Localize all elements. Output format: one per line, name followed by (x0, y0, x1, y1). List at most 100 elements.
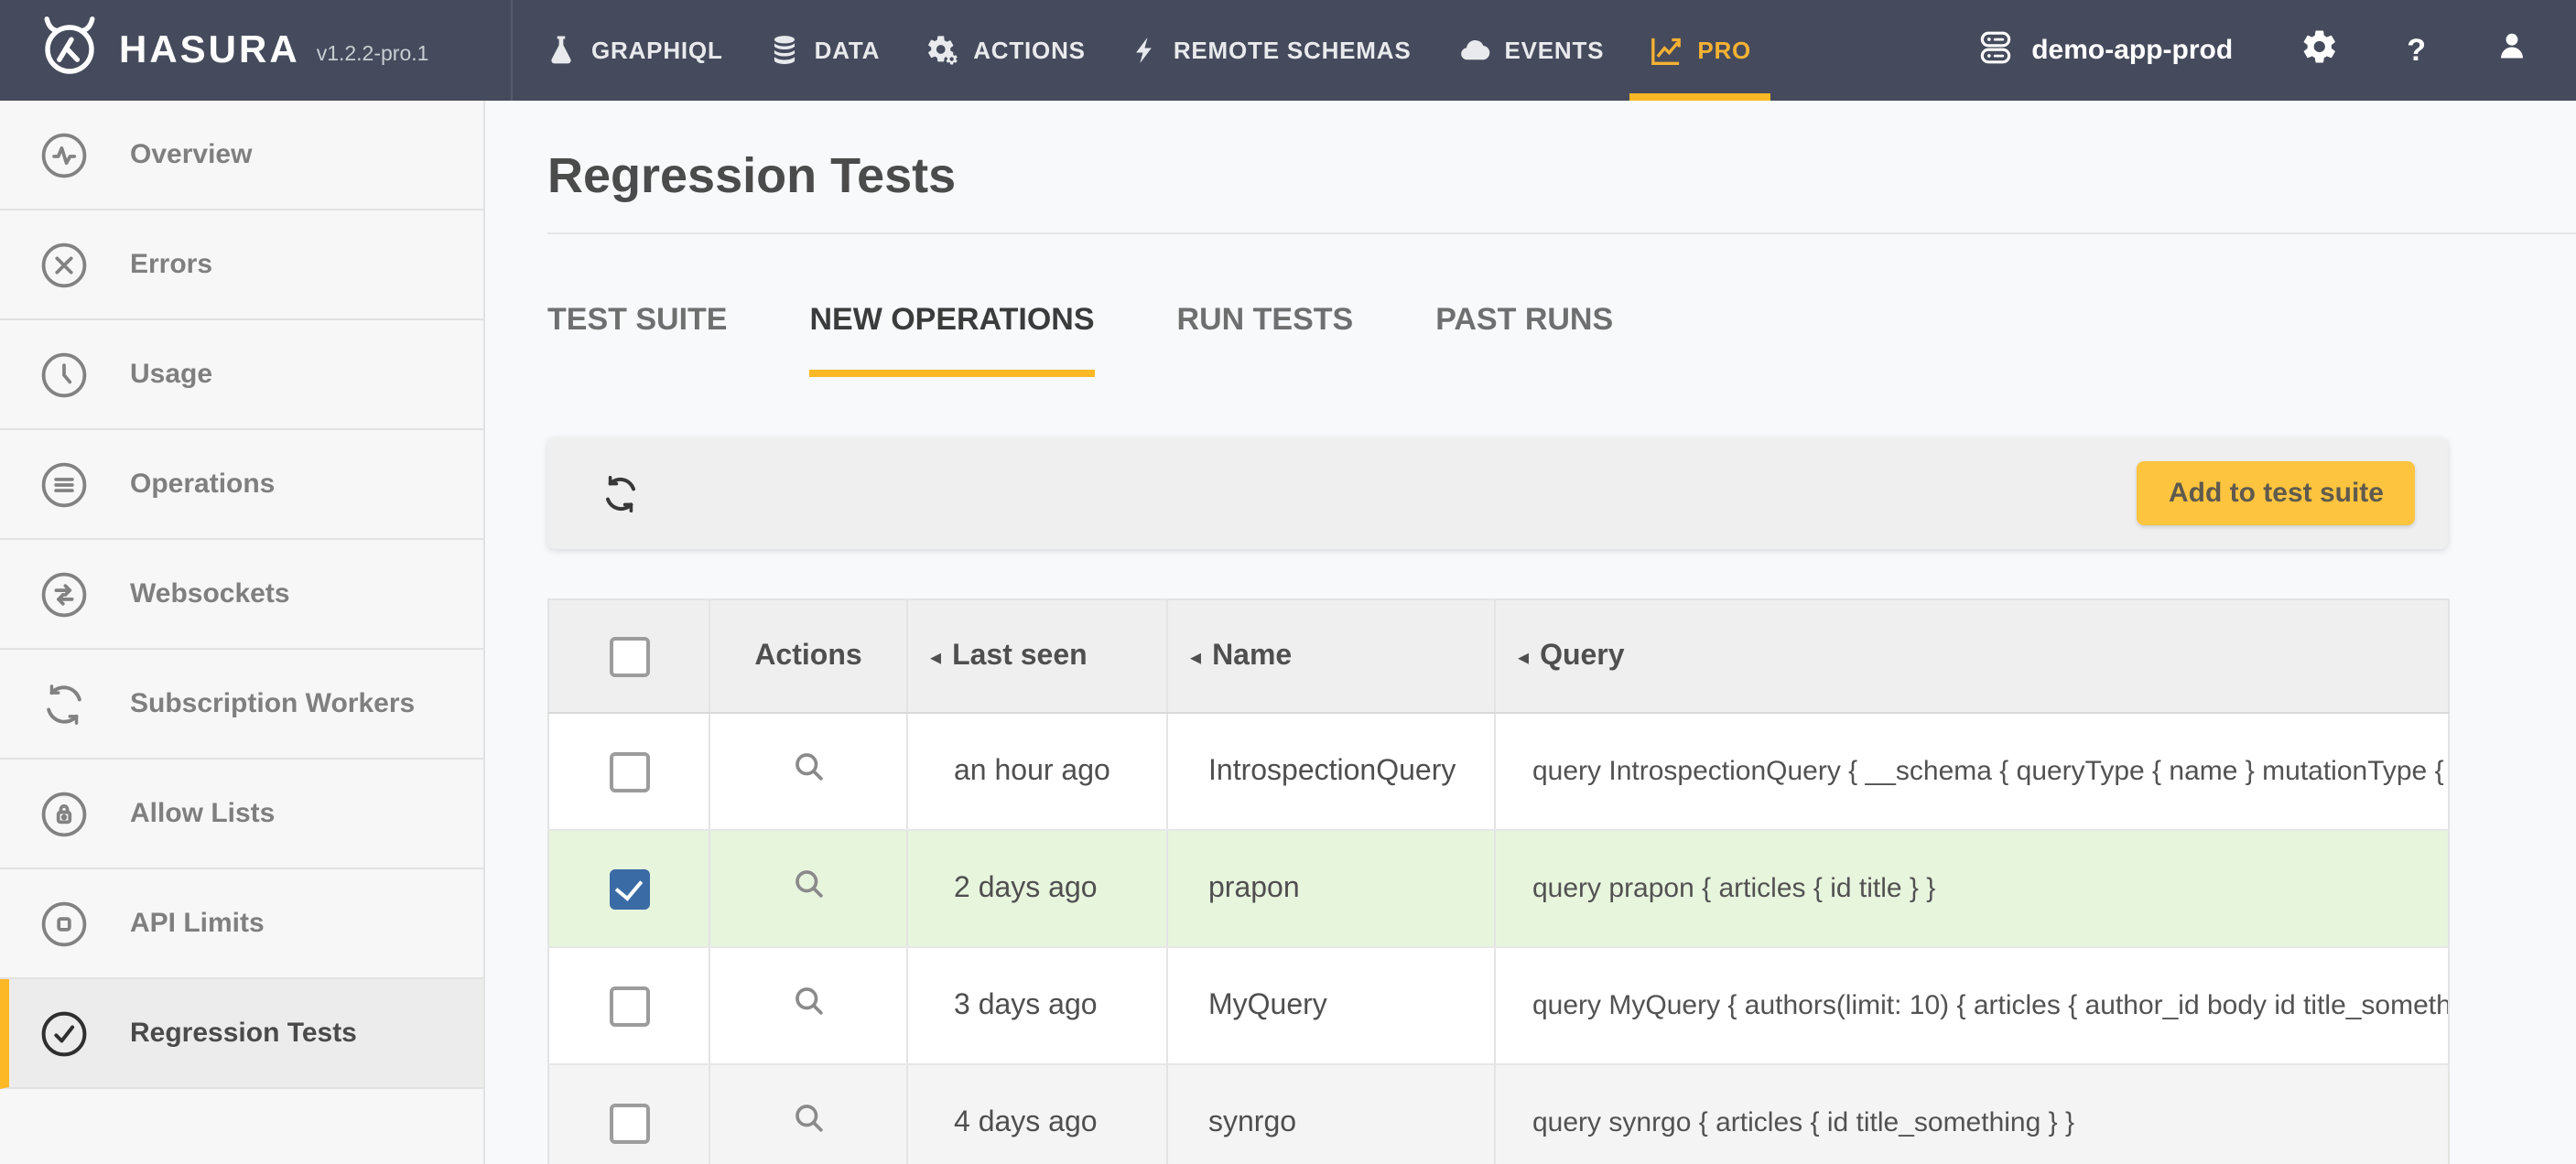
cogs-icon (924, 32, 960, 69)
sidebar-item-label: Subscription Workers (130, 688, 415, 719)
nav-label: REMOTE SCHEMAS (1174, 37, 1412, 64)
brand-wordmark: HASURA (119, 28, 300, 72)
sort-icon: ◂ (930, 643, 941, 669)
add-to-test-suite-button[interactable]: Add to test suite (2138, 461, 2415, 525)
activity-icon (38, 129, 90, 180)
tab-test-suite[interactable]: TEST SUITE (547, 302, 727, 377)
table-header-row: Actions ◂Last seen ◂Name ◂Query (548, 599, 2449, 713)
row-checkbox[interactable] (609, 1103, 649, 1143)
cloud-icon (1456, 33, 1492, 68)
last-seen-header[interactable]: ◂Last seen (907, 599, 1167, 713)
stop-circle-icon (38, 898, 90, 949)
arrows-swap-icon (38, 568, 90, 620)
sidebar-item-label: Errors (130, 249, 212, 280)
account-button[interactable] (2495, 29, 2528, 71)
sidebar-item-allow-lists[interactable]: Allow Lists (0, 760, 483, 869)
chart-line-icon (1648, 32, 1684, 69)
list-circle-icon (38, 458, 90, 510)
question-icon: ? (2407, 32, 2426, 69)
actions-header: Actions (709, 599, 907, 713)
sidebar-item-operations[interactable]: Operations (0, 430, 483, 540)
row-checkbox[interactable] (609, 868, 649, 909)
top-nav-menu: GRAPHIQL DATA (544, 0, 1751, 101)
lock-circle-icon (38, 788, 90, 839)
table-row: 3 days ago MyQuery query MyQuery { autho… (548, 947, 2449, 1064)
sidebar-item-overview[interactable]: Overview (0, 101, 483, 210)
query-cell: query IntrospectionQuery { __schema { qu… (1495, 713, 2449, 830)
settings-button[interactable] (2302, 28, 2337, 72)
sidebar-item-label: Overview (130, 139, 252, 170)
nav-item-graphiql[interactable]: GRAPHIQL (544, 0, 723, 101)
tab-run-tests[interactable]: RUN TESTS (1177, 302, 1354, 377)
operations-table: Actions ◂Last seen ◂Name ◂Query an hour … (547, 598, 2450, 1164)
nav-label: DATA (815, 37, 881, 64)
sidebar-item-label: Operations (130, 469, 275, 500)
tab-bar: TEST SUITE NEW OPERATIONS RUN TESTS PAST… (547, 302, 2576, 377)
sidebar-item-label: Allow Lists (130, 798, 275, 829)
sidebar-item-label: API Limits (130, 908, 265, 939)
gear-icon (2302, 28, 2337, 72)
nav-item-data[interactable]: DATA (767, 0, 881, 101)
refresh-icon (599, 471, 643, 515)
name-cell: IntrospectionQuery (1167, 713, 1495, 830)
divider (547, 232, 2576, 234)
hasura-logo[interactable]: HASURA v1.2.2-pro.1 (0, 0, 513, 101)
row-checkbox[interactable] (609, 986, 649, 1026)
sync-icon (38, 678, 90, 729)
name-header[interactable]: ◂Name (1167, 599, 1495, 713)
last-seen-cell: 4 days ago (907, 1064, 1167, 1164)
app: HASURA v1.2.2-pro.1 GRAPHIQL (0, 0, 2576, 1164)
table-row: an hour ago IntrospectionQuery query Int… (548, 713, 2449, 830)
tab-past-runs[interactable]: PAST RUNS (1435, 302, 1613, 377)
nav-item-actions[interactable]: ACTIONS (924, 0, 1086, 101)
magnifier-icon[interactable] (788, 864, 828, 913)
nav-label: EVENTS (1505, 37, 1605, 64)
name-cell: MyQuery (1167, 947, 1495, 1064)
refresh-button[interactable] (599, 471, 643, 515)
magnifier-icon[interactable] (788, 1098, 828, 1148)
query-header[interactable]: ◂Query (1495, 599, 2449, 713)
sidebar-item-subscription-workers[interactable]: Subscription Workers (0, 650, 483, 760)
query-cell: query prapon { articles { id title } } (1495, 830, 2449, 947)
sidebar-item-usage[interactable]: Usage (0, 320, 483, 430)
nav-label: GRAPHIQL (591, 37, 723, 64)
sidebar-item-api-limits[interactable]: API Limits (0, 869, 483, 979)
page-title: Regression Tests (547, 152, 2576, 201)
table-row: 2 days ago prapon query prapon { article… (548, 830, 2449, 947)
last-seen-cell: an hour ago (907, 713, 1167, 830)
magnifier-icon[interactable] (788, 747, 828, 796)
user-icon (2495, 29, 2528, 71)
nav-item-pro[interactable]: PRO (1648, 0, 1751, 101)
query-cell: query MyQuery { authors(limit: 10) { art… (1495, 947, 2449, 1064)
query-cell: query synrgo { articles { id title_somet… (1495, 1064, 2449, 1164)
help-button[interactable]: ? (2407, 32, 2426, 69)
hasura-logo-icon (37, 13, 103, 88)
sidebar-item-errors[interactable]: Errors (0, 210, 483, 320)
sidebar: Overview Errors Usage (0, 101, 485, 1164)
top-nav-bar: HASURA v1.2.2-pro.1 GRAPHIQL (0, 0, 2576, 101)
top-bar-right: demo-app-prod ? (1975, 0, 2576, 101)
row-checkbox[interactable] (609, 751, 649, 792)
nav-item-remote-schemas[interactable]: REMOTE SCHEMAS (1130, 0, 1412, 101)
nav-label: PRO (1697, 37, 1751, 64)
nav-label: ACTIONS (973, 37, 1086, 64)
magnifier-icon[interactable] (788, 981, 828, 1030)
name-cell: synrgo (1167, 1064, 1495, 1164)
project-selector[interactable]: demo-app-prod (1975, 27, 2233, 74)
sidebar-item-label: Regression Tests (130, 1018, 357, 1049)
sidebar-item-label: Usage (130, 359, 212, 390)
nav-item-events[interactable]: EVENTS (1456, 0, 1605, 101)
clock-icon (38, 349, 90, 400)
sidebar-item-regression-tests[interactable]: Regression Tests (0, 979, 483, 1089)
database-icon (767, 33, 802, 68)
flask-icon (544, 33, 579, 68)
name-cell: prapon (1167, 830, 1495, 947)
x-circle-icon (38, 239, 90, 290)
tab-new-operations[interactable]: NEW OPERATIONS (809, 302, 1094, 377)
select-all-checkbox[interactable] (609, 636, 649, 676)
last-seen-cell: 2 days ago (907, 830, 1167, 947)
sidebar-item-websockets[interactable]: Websockets (0, 540, 483, 650)
bolt-icon (1130, 33, 1161, 68)
main-content: Regression Tests TEST SUITE NEW OPERATIO… (485, 101, 2576, 1164)
sort-icon: ◂ (1190, 643, 1201, 669)
